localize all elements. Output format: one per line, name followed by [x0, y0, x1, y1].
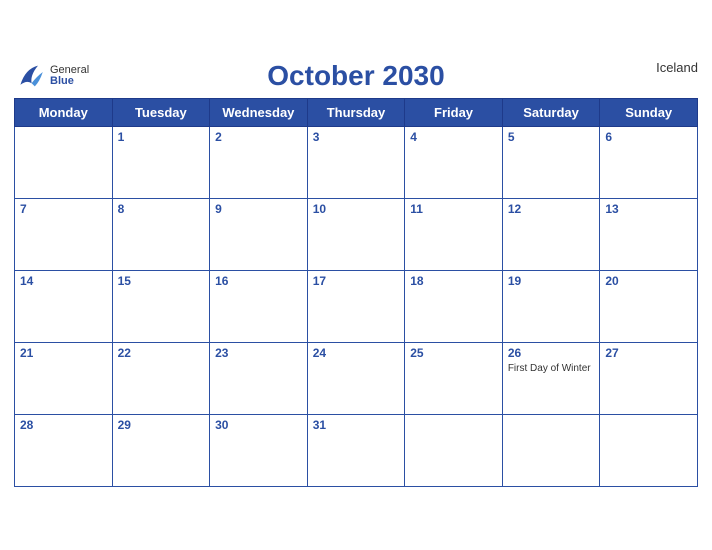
header-tuesday: Tuesday: [112, 98, 210, 126]
day-number: 15: [118, 274, 205, 288]
calendar-wrapper: General Blue October 2030 Iceland Monday…: [0, 50, 712, 501]
calendar-week-row: 123456: [15, 126, 698, 198]
table-row: 4: [405, 126, 503, 198]
table-row: 8: [112, 198, 210, 270]
table-row: 29: [112, 414, 210, 486]
day-number: 25: [410, 346, 497, 360]
header-wednesday: Wednesday: [210, 98, 308, 126]
table-row: 9: [210, 198, 308, 270]
day-event: First Day of Winter: [508, 362, 595, 375]
table-row: 14: [15, 270, 113, 342]
day-number: 27: [605, 346, 692, 360]
table-row: [15, 126, 113, 198]
table-row: 28: [15, 414, 113, 486]
table-row: 30: [210, 414, 308, 486]
day-number: 23: [215, 346, 302, 360]
day-number: 22: [118, 346, 205, 360]
table-row: 12: [502, 198, 600, 270]
table-row: 5: [502, 126, 600, 198]
table-row: [405, 414, 503, 486]
table-row: 24: [307, 342, 405, 414]
day-number: 17: [313, 274, 400, 288]
calendar-table: Monday Tuesday Wednesday Thursday Friday…: [14, 98, 698, 487]
logo-bird-icon: [14, 60, 46, 92]
day-number: 30: [215, 418, 302, 432]
day-number: 1: [118, 130, 205, 144]
table-row: 1: [112, 126, 210, 198]
table-row: 21: [15, 342, 113, 414]
calendar-week-row: 789 10 11 12 13: [15, 198, 698, 270]
table-row: 7: [15, 198, 113, 270]
day-number: 20: [605, 274, 692, 288]
day-number: 24: [313, 346, 400, 360]
day-number: 28: [20, 418, 107, 432]
day-number: 19: [508, 274, 595, 288]
table-row: 23: [210, 342, 308, 414]
day-number: 9: [215, 202, 302, 216]
country-label: Iceland: [656, 60, 698, 75]
table-row: 11: [405, 198, 503, 270]
day-number: 16: [215, 274, 302, 288]
logo-text-general: General: [50, 65, 89, 76]
table-row: [502, 414, 600, 486]
table-row: 3: [307, 126, 405, 198]
day-number: 31: [313, 418, 400, 432]
calendar-week-row: 28 29 30 31: [15, 414, 698, 486]
day-number: 18: [410, 274, 497, 288]
table-row: 20: [600, 270, 698, 342]
weekday-header-row: Monday Tuesday Wednesday Thursday Friday…: [15, 98, 698, 126]
header-thursday: Thursday: [307, 98, 405, 126]
day-number: 21: [20, 346, 107, 360]
day-number: 8: [118, 202, 205, 216]
table-row: 17: [307, 270, 405, 342]
table-row: 16: [210, 270, 308, 342]
table-row: 31: [307, 414, 405, 486]
logo-text-blue: Blue: [50, 76, 89, 87]
table-row: 6: [600, 126, 698, 198]
day-number: 13: [605, 202, 692, 216]
table-row: 18: [405, 270, 503, 342]
calendar-title: October 2030: [14, 60, 698, 92]
table-row: 25: [405, 342, 503, 414]
day-number: 6: [605, 130, 692, 144]
table-row: 2: [210, 126, 308, 198]
day-number: 7: [20, 202, 107, 216]
table-row: 15: [112, 270, 210, 342]
table-row: [600, 414, 698, 486]
calendar-week-row: 21 22 23 24 25 26 First Day of Winter 27: [15, 342, 698, 414]
day-number: 12: [508, 202, 595, 216]
header-monday: Monday: [15, 98, 113, 126]
calendar-header: General Blue October 2030 Iceland: [14, 60, 698, 92]
day-number: 26: [508, 346, 595, 360]
day-number: 5: [508, 130, 595, 144]
day-number: 3: [313, 130, 400, 144]
table-row: 13: [600, 198, 698, 270]
day-number: 29: [118, 418, 205, 432]
logo-area: General Blue: [14, 60, 89, 92]
table-row: 10: [307, 198, 405, 270]
day-number: 10: [313, 202, 400, 216]
day-number: 4: [410, 130, 497, 144]
table-row: 22: [112, 342, 210, 414]
day-number: 2: [215, 130, 302, 144]
day-number: 11: [410, 202, 497, 216]
calendar-week-row: 14 15 16 17 18 19 20: [15, 270, 698, 342]
header-friday: Friday: [405, 98, 503, 126]
day-number: 14: [20, 274, 107, 288]
table-row: 19: [502, 270, 600, 342]
header-sunday: Sunday: [600, 98, 698, 126]
header-saturday: Saturday: [502, 98, 600, 126]
table-row: 26 First Day of Winter: [502, 342, 600, 414]
table-row: 27: [600, 342, 698, 414]
